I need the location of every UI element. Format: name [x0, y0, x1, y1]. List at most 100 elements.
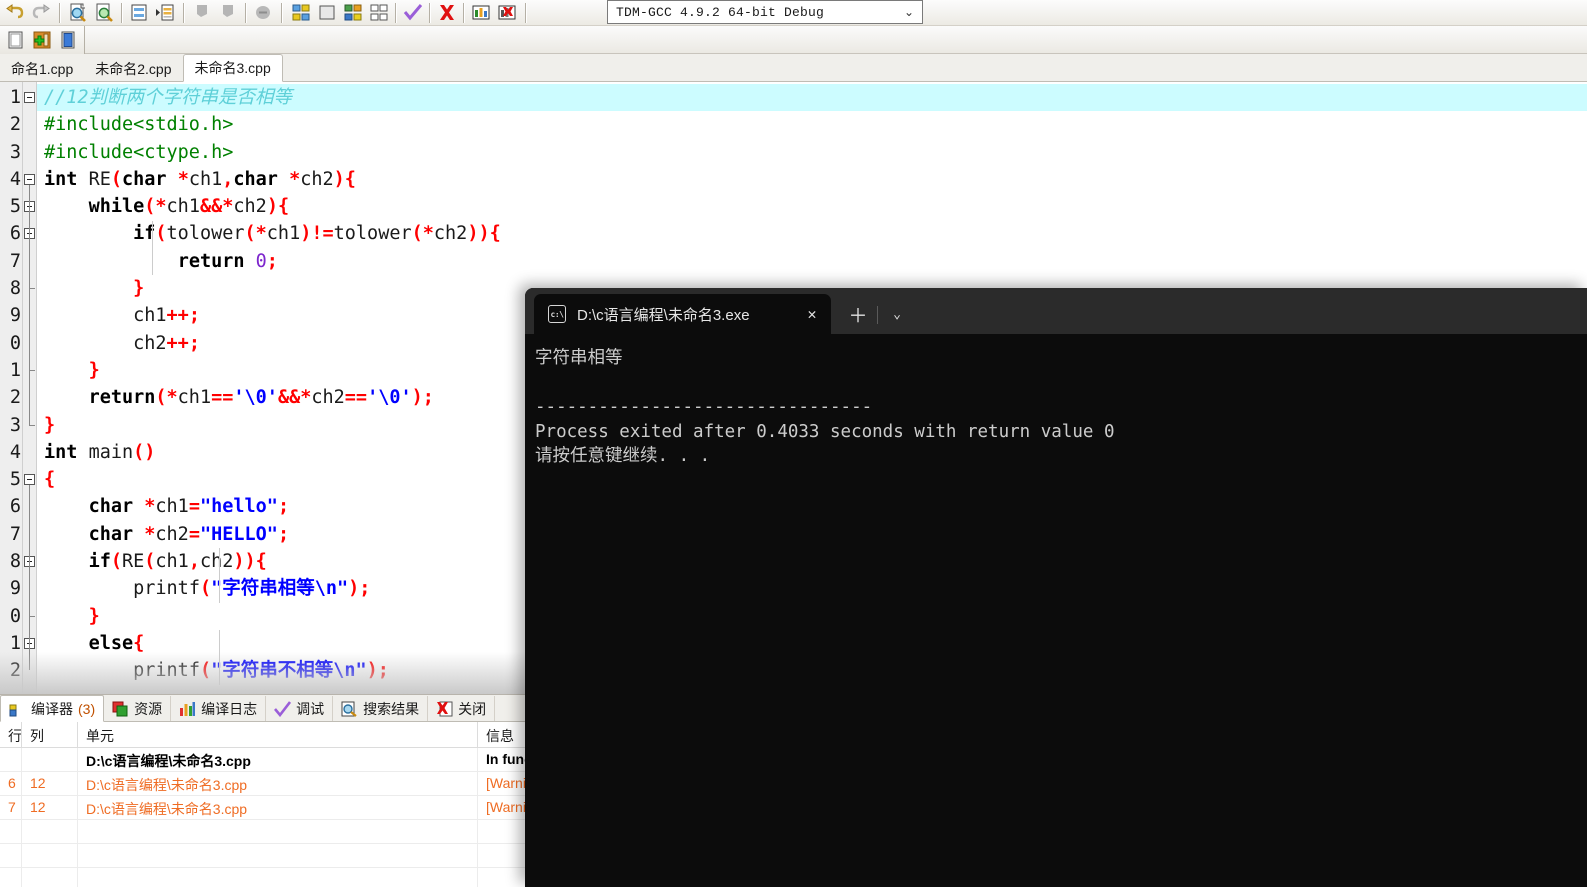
code-line[interactable]: return 0; [37, 248, 1587, 275]
resource-icon [112, 701, 128, 716]
file-tab-label: 命名1.cpp [11, 60, 74, 77]
column-header-line[interactable]: 行 [0, 722, 22, 747]
fold-marker[interactable] [23, 84, 36, 111]
line-number: 2 [9, 114, 21, 136]
code-line[interactable]: #include<stdio.h> [37, 111, 1587, 138]
tab-compiler[interactable]: 编译器 (3) [0, 695, 105, 722]
terminal-window[interactable]: c:\ D:\c语言编程\未命名3.exe ✕ ＋ ⌄ 字符串相等 ------… [525, 288, 1587, 887]
indent-icon[interactable] [153, 2, 177, 24]
line-number: 8 [9, 278, 21, 300]
code-line[interactable]: while(*ch1&&*ch2){ [37, 193, 1587, 220]
line-number: 6 [9, 496, 21, 518]
cell-unit: D:\c语言编程\未命名3.cpp [78, 748, 478, 772]
tab-close-panel[interactable]: 关闭 [428, 696, 496, 721]
indent-guide [219, 630, 220, 685]
cell-empty [22, 868, 78, 887]
column-header-col[interactable]: 列 [22, 722, 78, 747]
toolbar-separator [395, 2, 397, 23]
terminal-titlebar[interactable]: c:\ D:\c语言编程\未命名3.exe ✕ ＋ ⌄ [525, 288, 1587, 334]
paste-icon [251, 2, 275, 24]
line-number: 4 [9, 441, 21, 463]
terminal-tab[interactable]: c:\ D:\c语言编程\未命名3.exe ✕ [534, 294, 831, 334]
cell-col: 12 [22, 796, 78, 820]
file-tab-1[interactable]: 命名1.cpp [0, 55, 85, 81]
column-header-unit[interactable]: 单元 [78, 722, 478, 747]
toolbar-group-project [0, 25, 85, 54]
compile-run-icon[interactable] [341, 2, 365, 24]
indent-guide [219, 548, 220, 603]
tab-compile-log[interactable]: 编译日志 [171, 696, 267, 721]
close-icon[interactable]: ✕ [799, 301, 825, 327]
tab-search-results[interactable]: 搜索结果 [333, 696, 429, 721]
toolbar-separator [183, 2, 185, 23]
tab-resource[interactable]: 资源 [104, 696, 172, 721]
line-number: 9 [9, 305, 21, 327]
tab-debug[interactable]: 调试 [266, 696, 334, 721]
delete-profile-icon[interactable] [495, 2, 519, 24]
code-line[interactable]: int RE(char *ch1,char *ch2){ [37, 166, 1587, 193]
compiler-icon [9, 704, 17, 716]
toolbar-group-search [64, 0, 180, 26]
cell-line: 7 [0, 796, 22, 820]
close-panel-icon [437, 701, 453, 716]
rebuild-icon[interactable] [367, 2, 391, 24]
add-file-icon[interactable] [30, 29, 54, 51]
goto-line-icon[interactable] [127, 2, 151, 24]
line-number: 2 [9, 387, 21, 409]
remove-file-icon[interactable] [56, 29, 80, 51]
find-icon[interactable] [67, 2, 91, 24]
chevron-down-icon: ⌄ [903, 5, 914, 19]
toolbar-separator [525, 2, 527, 23]
toolbar-separator [281, 2, 283, 23]
line-number: 0 [9, 605, 21, 627]
tab-compiler-label: 编译器 [31, 700, 73, 717]
fold-connector [29, 567, 30, 616]
toolbar-separator [429, 2, 431, 23]
stop-icon[interactable] [435, 2, 459, 24]
line-number: 5 [9, 469, 21, 491]
replace-icon[interactable] [93, 2, 117, 24]
file-tab-2[interactable]: 未命名2.cpp [84, 55, 183, 81]
close-project-icon[interactable] [4, 29, 28, 51]
undo-icon[interactable] [3, 2, 27, 24]
line-number: 3 [9, 414, 21, 436]
code-line[interactable]: #include<ctype.h> [37, 139, 1587, 166]
toolbar-group-build [286, 0, 522, 26]
cmd-icon: c:\ [548, 305, 566, 323]
chevron-down-icon[interactable]: ⌄ [880, 294, 914, 334]
line-number: 2 [9, 660, 21, 682]
syntax-check-icon[interactable] [401, 2, 425, 24]
cut-icon [191, 2, 215, 24]
line-number-gutter: 1 2 3 4 5 6 7 8 9 0 1 2 3 4 5 6 7 8 9 0 1 2 [0, 82, 23, 694]
profile-icon[interactable] [469, 2, 493, 24]
tab-search-results-label: 搜索结果 [363, 700, 420, 717]
tab-compile-log-label: 编译日志 [201, 700, 258, 717]
fold-connector [29, 212, 30, 370]
file-tab-3[interactable]: 未命名3.cpp [182, 54, 283, 82]
tab-resource-label: 资源 [134, 700, 163, 717]
line-number: 3 [9, 141, 21, 163]
terminal-output[interactable]: 字符串相等 -------------------------------- P… [525, 334, 1587, 469]
line-number: 8 [9, 551, 21, 573]
code-folding-gutter[interactable] [23, 82, 37, 694]
cell-empty [22, 820, 78, 844]
line-number: 7 [9, 250, 21, 272]
cell-line: 6 [0, 772, 22, 796]
toolbar-group-clipboard [188, 0, 278, 26]
fold-marker [23, 439, 36, 466]
code-line[interactable]: if(tolower(*ch1)!=tolower(*ch2)){ [37, 220, 1587, 247]
toolbar-primary: TDM-GCC 4.9.2 64-bit Debug ⌄ [0, 0, 1587, 26]
plus-icon[interactable]: ＋ [841, 294, 875, 334]
cell-empty [78, 844, 478, 868]
compiler-select[interactable]: TDM-GCC 4.9.2 64-bit Debug ⌄ [607, 0, 923, 24]
code-line[interactable]: //12判断两个字符串是否相等 [37, 84, 1587, 112]
tab-debug-label: 调试 [296, 700, 325, 717]
toolbar-group-edit [0, 0, 56, 26]
file-tab-label: 未命名3.cpp [194, 60, 271, 76]
cell-unit: D:\c语言编程\未命名3.cpp [78, 796, 478, 820]
redo-icon [29, 2, 53, 24]
line-number: 1 [9, 87, 21, 108]
compile-icon[interactable] [289, 2, 313, 24]
fold-connector [29, 649, 30, 671]
run-icon[interactable] [315, 2, 339, 24]
